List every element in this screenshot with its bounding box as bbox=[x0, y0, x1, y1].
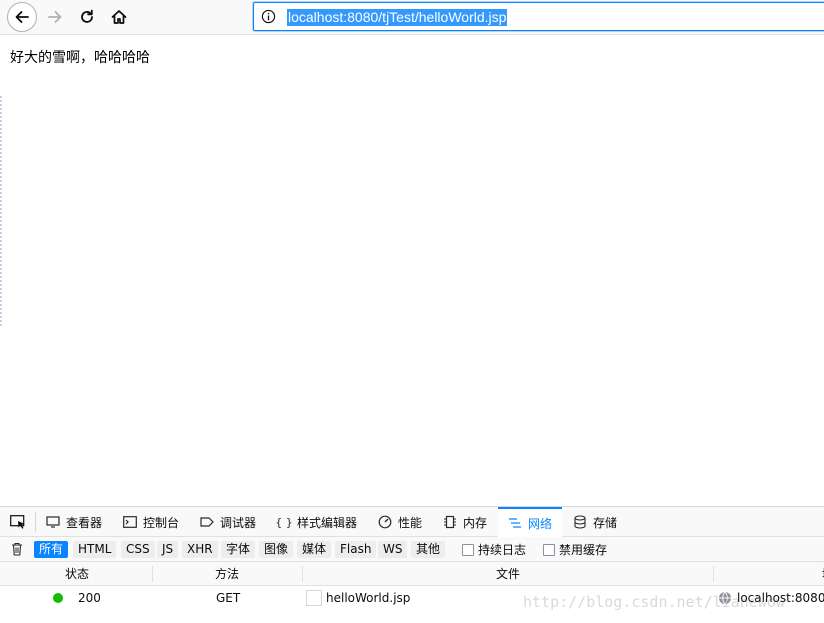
tab-network[interactable]: 网络 bbox=[498, 507, 562, 537]
devtools-panel: 查看器 控制台 调试器 { } 样式编辑器 性能 内存 网络 存储 所有 HTM… bbox=[0, 506, 824, 623]
home-button[interactable] bbox=[104, 2, 134, 32]
tab-label: 查看器 bbox=[66, 515, 103, 530]
filter-xhr-button[interactable]: XHR bbox=[182, 541, 218, 558]
filter-images-button[interactable]: 图像 bbox=[259, 541, 294, 558]
reload-button[interactable] bbox=[72, 2, 102, 32]
page-body-text: 好大的雪啊，哈哈哈哈 bbox=[10, 50, 150, 66]
checkbox-box[interactable] bbox=[543, 543, 555, 556]
info-icon[interactable] bbox=[261, 9, 276, 24]
filter-css-button[interactable]: CSS bbox=[121, 541, 155, 558]
page-edge-decoration bbox=[0, 96, 2, 326]
devtools-tab-bar: 查看器 控制台 调试器 { } 样式编辑器 性能 内存 网络 存储 bbox=[0, 507, 824, 537]
address-bar[interactable]: localhost:8080/tjTest/helloWorld.jsp bbox=[253, 2, 824, 31]
tab-style-editor[interactable]: { } 样式编辑器 bbox=[275, 507, 358, 537]
filter-media-button[interactable]: 媒体 bbox=[297, 541, 332, 558]
status-ok-icon bbox=[53, 593, 63, 603]
filter-js-button[interactable]: JS bbox=[157, 541, 179, 558]
filter-all-button[interactable]: 所有 bbox=[34, 541, 69, 558]
tab-inspector[interactable]: 查看器 bbox=[46, 507, 102, 537]
checkbox-label: 持续日志 bbox=[478, 543, 527, 557]
back-arrow-icon bbox=[15, 11, 29, 23]
tab-label: 存储 bbox=[593, 515, 618, 530]
tab-label: 网络 bbox=[528, 516, 553, 531]
filter-other-button[interactable]: 其他 bbox=[411, 541, 446, 558]
column-method[interactable]: 方法 bbox=[215, 562, 239, 586]
page-viewport: 好大的雪啊，哈哈哈哈 bbox=[0, 36, 824, 506]
table-row[interactable]: 200 GET helloWorld.jsp localhost:8080 bbox=[0, 586, 824, 610]
column-divider[interactable] bbox=[152, 566, 153, 582]
tab-performance[interactable]: 性能 bbox=[378, 507, 422, 537]
column-divider[interactable] bbox=[302, 566, 303, 582]
tab-label: 调试器 bbox=[220, 515, 257, 530]
globe-icon bbox=[719, 591, 731, 605]
reload-icon bbox=[81, 9, 93, 23]
request-file: helloWorld.jsp bbox=[326, 591, 411, 605]
request-method: GET bbox=[216, 591, 241, 605]
filter-html-button[interactable]: HTML bbox=[73, 541, 117, 558]
browser-toolbar: localhost:8080/tjTest/helloWorld.jsp bbox=[0, 0, 824, 35]
column-divider[interactable] bbox=[713, 566, 714, 582]
storage-icon bbox=[573, 515, 587, 529]
file-icon bbox=[306, 590, 322, 606]
request-domain: localhost:8080 bbox=[737, 591, 824, 605]
tab-console[interactable]: 控制台 bbox=[123, 507, 179, 537]
tab-label: 性能 bbox=[398, 515, 423, 530]
tab-storage[interactable]: 存储 bbox=[573, 507, 617, 537]
tab-label: 样式编辑器 bbox=[297, 515, 358, 530]
trash-icon[interactable] bbox=[11, 542, 23, 556]
debugger-icon bbox=[200, 515, 214, 529]
filter-ws-button[interactable]: WS bbox=[378, 541, 408, 558]
column-status[interactable]: 状态 bbox=[65, 562, 89, 586]
tab-memory[interactable]: 内存 bbox=[443, 507, 487, 537]
checkbox-label: 禁用缓存 bbox=[559, 543, 608, 557]
disable-cache-checkbox[interactable]: 禁用缓存 bbox=[543, 542, 607, 557]
element-picker-icon[interactable] bbox=[10, 515, 26, 529]
checkbox-box[interactable] bbox=[462, 543, 474, 556]
persist-logs-checkbox[interactable]: 持续日志 bbox=[462, 542, 526, 557]
network-icon bbox=[508, 516, 522, 530]
memory-icon bbox=[443, 515, 457, 529]
style-editor-icon: { } bbox=[275, 515, 293, 529]
tab-debugger[interactable]: 调试器 bbox=[200, 507, 256, 537]
column-file[interactable]: 文件 bbox=[496, 562, 520, 586]
console-icon bbox=[123, 515, 137, 529]
home-icon bbox=[111, 10, 127, 24]
forward-arrow-icon bbox=[48, 11, 62, 23]
network-filter-bar: 所有 HTML CSS JS XHR 字体 图像 媒体 Flash WS 其他 … bbox=[0, 537, 824, 562]
filter-fonts-button[interactable]: 字体 bbox=[221, 541, 256, 558]
forward-button[interactable] bbox=[40, 2, 70, 32]
tab-label: 内存 bbox=[463, 515, 488, 530]
performance-icon bbox=[378, 515, 392, 529]
back-button[interactable] bbox=[7, 2, 37, 32]
filter-flash-button[interactable]: Flash bbox=[335, 541, 377, 558]
request-table-header: 状态 方法 文件 域名 bbox=[0, 562, 824, 586]
status-code: 200 bbox=[78, 591, 101, 605]
url-text[interactable]: localhost:8080/tjTest/helloWorld.jsp bbox=[287, 9, 508, 26]
tab-label: 控制台 bbox=[143, 515, 180, 530]
inspector-icon bbox=[46, 515, 60, 529]
toolbar-divider bbox=[35, 512, 36, 532]
